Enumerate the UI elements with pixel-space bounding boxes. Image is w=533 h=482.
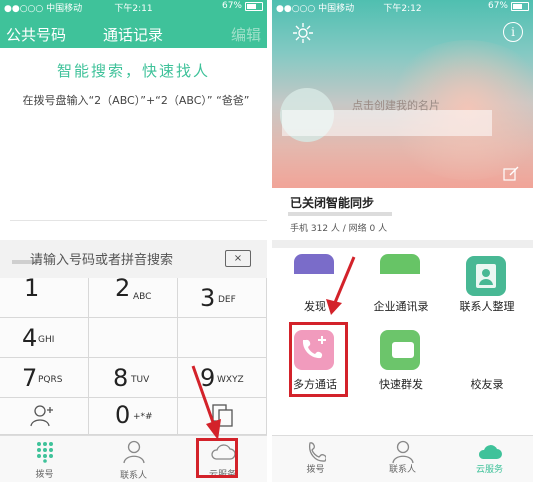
battery-icon [245, 1, 263, 11]
tab-label: 联系人 [119, 471, 147, 481]
call-log-title: 通话记录 [103, 26, 164, 44]
key-6[interactable] [178, 318, 267, 358]
smart-search-title: 智能搜索，快速找人 [56, 62, 210, 80]
key-2[interactable]: 2 ABC [89, 274, 178, 318]
tab-contacts[interactable]: 联系人 [89, 438, 178, 482]
settings-icon[interactable] [292, 22, 314, 48]
key-4[interactable]: 4 GHI [0, 318, 89, 358]
backspace-icon[interactable]: × [225, 250, 251, 267]
key-3[interactable]: 3 DEF [178, 278, 267, 318]
dialpad-icon [0, 438, 89, 469]
person-icon [89, 438, 178, 470]
left-header: ●●○○○ 中国移动 下午2:11 67% 公共号码 通话记录 编辑 [0, 0, 267, 48]
tab-label: 拨号 [35, 470, 54, 480]
key-7[interactable]: 7 PQRS [0, 358, 89, 398]
section-divider [272, 240, 533, 248]
sync-status[interactable]: 已关闭智能同步 [290, 194, 374, 211]
edit-icon[interactable] [503, 166, 519, 186]
highlight-box [289, 322, 348, 397]
edit-button[interactable]: 编辑 [231, 24, 261, 45]
tab-label: 联系人 [388, 465, 416, 475]
bottom-tab-bar: 拨号 联系人 云服务 [272, 435, 533, 482]
right-phone-screen: ●●○○○ 中国移动 下午2:12 67% i 点击创建我的名片 已关闭智能同步… [272, 0, 533, 482]
add-contact-icon [30, 404, 56, 432]
tab-label: 云服务 [475, 465, 503, 475]
left-phone-screen: ●●○○○ 中国移动 下午2:11 67% 公共号码 通话记录 编辑 智能搜索，… [0, 0, 267, 482]
info-icon[interactable]: i [503, 22, 523, 42]
battery-icon [511, 1, 529, 11]
create-card-hint[interactable]: 点击创建我的名片 [352, 97, 440, 113]
alumni-icon [466, 330, 506, 370]
key-5[interactable] [89, 318, 178, 358]
tab-label: 拨号 [306, 465, 325, 475]
app-alumni[interactable]: 校友录 [444, 327, 530, 417]
tab-contacts[interactable]: 联系人 [359, 438, 446, 476]
group-send-icon [380, 330, 420, 370]
key-1[interactable]: 1 [0, 274, 89, 318]
divider [10, 220, 267, 221]
smart-search-hint: 在拨号盘输入“2（ABC）”+“2（ABC）” “爸爸” [22, 94, 250, 107]
status-bar: ●●○○○ 中国移动 下午2:12 67% [272, 0, 533, 14]
tab-dial[interactable]: 拨号 [0, 438, 89, 481]
public-numbers-tab[interactable]: 公共号码 [6, 24, 66, 45]
phone-icon [272, 438, 359, 464]
add-contact-key[interactable] [0, 398, 89, 435]
arrow-icon [191, 365, 221, 440]
status-bar: ●●○○○ 中国移动 下午2:11 67% [0, 0, 267, 14]
contact-card-icon [466, 256, 506, 296]
profile-blur [282, 110, 492, 136]
battery-percent: 67% [221, 1, 242, 11]
tab-cloud-service[interactable]: 云服务 [446, 438, 533, 476]
arrow-icon [326, 256, 356, 315]
contact-stats: 手机 312 人 / 网络 0 人 [290, 224, 388, 234]
cloud-icon [446, 438, 533, 464]
key-8[interactable]: 8 TUV [89, 358, 178, 398]
profile-header: ●●○○○ 中国移动 下午2:12 67% i 点击创建我的名片 [272, 0, 533, 188]
battery-percent: 67% [487, 1, 508, 11]
key-0[interactable]: 0 +*# [89, 398, 178, 435]
search-input[interactable]: 请输入号码或者拼音搜索 [30, 249, 173, 268]
highlight-box [196, 438, 238, 478]
dial-search-row: 请输入号码或者拼音搜索 × [0, 240, 267, 278]
app-group-send[interactable]: 快速群发 [358, 327, 444, 417]
battery-indicator: 67% [222, 1, 263, 11]
enterprise-icon [380, 254, 420, 274]
person-icon [359, 438, 446, 464]
tab-dial[interactable]: 拨号 [272, 438, 359, 476]
battery-indicator: 67% [488, 1, 529, 11]
